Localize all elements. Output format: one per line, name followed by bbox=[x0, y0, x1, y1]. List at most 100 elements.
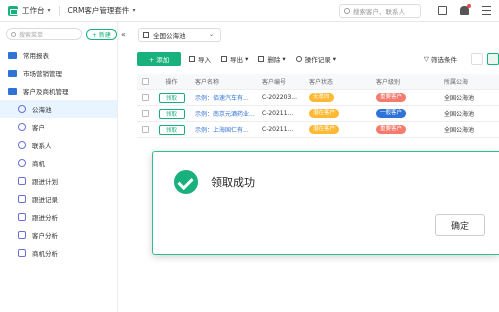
sidebar-item-followup-record[interactable]: 跟进记录 bbox=[0, 190, 117, 208]
delete-button[interactable]: 删除 ▾ bbox=[258, 54, 286, 64]
sidebar-item-label: 公海池 bbox=[32, 106, 52, 114]
level-cell: 一般客户 bbox=[372, 109, 440, 118]
sidebar-item-customers[interactable]: 客户 bbox=[0, 118, 117, 136]
workspace-logo-icon[interactable] bbox=[8, 5, 18, 16]
status-badge: 无意向 bbox=[309, 93, 334, 102]
view-toggle-icon[interactable] bbox=[487, 53, 499, 65]
sidebar-item-contacts[interactable]: 联系人 bbox=[0, 136, 117, 154]
bell-icon[interactable] bbox=[460, 4, 471, 15]
row-select-cell bbox=[137, 126, 153, 133]
record-icon bbox=[18, 195, 26, 203]
sidebar-item-label: 跟进记录 bbox=[32, 196, 58, 204]
level-badge: 重要客户 bbox=[376, 93, 407, 102]
import-icon bbox=[189, 56, 195, 62]
export-button[interactable]: 导出 ▾ bbox=[221, 54, 248, 64]
status-cell: 潜在客户 bbox=[305, 109, 372, 118]
sidebar-item-opportunity-analysis[interactable]: 商机分析 bbox=[0, 244, 117, 262]
window-icon[interactable] bbox=[438, 6, 447, 15]
oplog-button[interactable]: 操作记录 ▾ bbox=[295, 54, 336, 64]
table-row[interactable]: 领取 示例：佰速汽车有... C-202203... 无意向 重要客户 全国公海… bbox=[137, 90, 499, 106]
header-name: 客户名称 bbox=[195, 79, 220, 86]
divider bbox=[58, 5, 60, 16]
folder-icon bbox=[8, 87, 17, 95]
chevron-down-icon[interactable]: ▾ bbox=[48, 7, 51, 14]
header-status: 客户状态 bbox=[309, 79, 334, 86]
suite-chevron-down-icon[interactable]: ▾ bbox=[132, 7, 135, 14]
add-button[interactable]: + 添加 bbox=[137, 52, 181, 66]
global-search-input[interactable]: 搜索客户、联系人 bbox=[339, 4, 421, 18]
import-button[interactable]: 导入 bbox=[189, 54, 211, 64]
collapse-sidebar-icon[interactable]: « bbox=[121, 30, 126, 39]
oplog-label: 操作记录 bbox=[304, 56, 331, 64]
customer-name-link[interactable]: 示例：上海国仁有... bbox=[190, 125, 258, 134]
sidebar-item-label: 跟进计划 bbox=[32, 178, 58, 186]
user-icon bbox=[18, 123, 26, 131]
sidebar-folder-reports[interactable]: 常用报表 bbox=[0, 46, 117, 64]
search-icon bbox=[344, 8, 350, 14]
sidebar-item-customer-analysis[interactable]: 客户分析 bbox=[0, 226, 117, 244]
status-badge: 潜在客户 bbox=[309, 125, 340, 134]
dialog-message: 领取成功 bbox=[211, 176, 255, 189]
pool-cell: 全国公海池 bbox=[444, 111, 475, 118]
app-title[interactable]: 工作台 bbox=[22, 5, 45, 16]
customer-name-link[interactable]: 示例：佰速汽车有... bbox=[190, 93, 258, 102]
confirm-button[interactable]: 确定 bbox=[435, 214, 485, 236]
header-pool: 所属公海 bbox=[444, 79, 469, 86]
row-checkbox[interactable] bbox=[141, 94, 149, 101]
level-badge: 重要客户 bbox=[376, 125, 407, 134]
chart-icon bbox=[18, 231, 26, 239]
customer-code: C-202203... bbox=[262, 94, 297, 101]
row-checkbox[interactable] bbox=[141, 110, 149, 117]
sidebar-item-opportunities[interactable]: 商机 bbox=[0, 154, 117, 172]
table-row[interactable]: 领取 示例：上海国仁有... C-20211... 潜在客户 重要客户 全国公海… bbox=[137, 122, 499, 138]
search-placeholder: 搜索客户、联系人 bbox=[353, 8, 405, 16]
chevron-down-icon: ▾ bbox=[280, 55, 286, 63]
success-dialog: 领取成功 确定 bbox=[152, 151, 499, 255]
sidebar-item-label: 商机 bbox=[32, 160, 45, 168]
pool-select[interactable]: 全国公海池 ⌄ bbox=[138, 28, 221, 42]
select-all-checkbox[interactable] bbox=[141, 78, 149, 85]
row-action-cell: 领取 bbox=[153, 92, 190, 103]
chart-icon bbox=[18, 249, 26, 257]
level-cell: 重要客户 bbox=[372, 125, 440, 134]
export-label: 导出 bbox=[230, 56, 243, 64]
sidebar-item-label: 跟进分析 bbox=[32, 214, 58, 222]
sidebar-folder-customers[interactable]: 客户及商机管理 bbox=[0, 82, 117, 100]
header-level: 客户级别 bbox=[376, 79, 401, 86]
sidebar-folder-label: 常用报表 bbox=[23, 52, 49, 60]
claim-button[interactable]: 领取 bbox=[158, 92, 185, 103]
claim-button[interactable]: 领取 bbox=[158, 108, 185, 119]
menu-search-input[interactable]: 搜索菜单 bbox=[6, 28, 82, 40]
sort-icon[interactable] bbox=[471, 53, 483, 65]
sidebar: 搜索菜单 + 新建 常用报表 市场营销管理 客户及商机管理 公海池 客户 联系人… bbox=[0, 22, 118, 312]
row-action-cell: 领取 bbox=[153, 108, 190, 119]
sidebar-header: 搜索菜单 + 新建 bbox=[0, 22, 117, 46]
search-icon bbox=[11, 31, 16, 37]
delete-label: 删除 bbox=[267, 56, 281, 64]
suite-title[interactable]: CRM客户管理套件 bbox=[68, 5, 130, 16]
new-button[interactable]: + 新建 bbox=[86, 28, 117, 40]
check-circle-icon bbox=[174, 170, 198, 194]
sidebar-item-followup-plan[interactable]: 跟进计划 bbox=[0, 172, 117, 190]
sidebar-item-public-pool[interactable]: 公海池 bbox=[0, 100, 117, 118]
customer-name-link[interactable]: 示例：南京元酒药业... bbox=[190, 109, 258, 118]
pool-cell: 全国公海池 bbox=[444, 95, 475, 102]
menu-icon[interactable] bbox=[482, 6, 491, 15]
filter-button[interactable]: ▽ 筛选条件 bbox=[424, 54, 457, 64]
sidebar-item-followup-analysis[interactable]: 跟进分析 bbox=[0, 208, 117, 226]
sidebar-folder-marketing[interactable]: 市场营销管理 bbox=[0, 64, 117, 82]
folder-icon bbox=[8, 51, 17, 59]
export-icon bbox=[221, 56, 227, 62]
clock-icon bbox=[295, 56, 302, 62]
claim-button[interactable]: 领取 bbox=[158, 124, 185, 135]
header-code: 客户编号 bbox=[262, 79, 287, 86]
sidebar-item-label: 联系人 bbox=[32, 142, 52, 150]
pool-cell: 全国公海池 bbox=[444, 127, 475, 134]
level-cell: 重要客户 bbox=[372, 93, 440, 102]
trash-icon bbox=[258, 56, 265, 62]
filter-label: 筛选条件 bbox=[431, 56, 457, 64]
row-checkbox[interactable] bbox=[141, 126, 149, 133]
toolbar: + 添加 导入 导出 ▾ 删除 ▾ 操作记录 ▾ ▽ 筛选条件 bbox=[137, 52, 499, 66]
pool-select-value: 全国公海池 bbox=[153, 32, 186, 40]
table-row[interactable]: 领取 示例：南京元酒药业... C-20211... 潜在客户 一般客户 全国公… bbox=[137, 106, 499, 122]
